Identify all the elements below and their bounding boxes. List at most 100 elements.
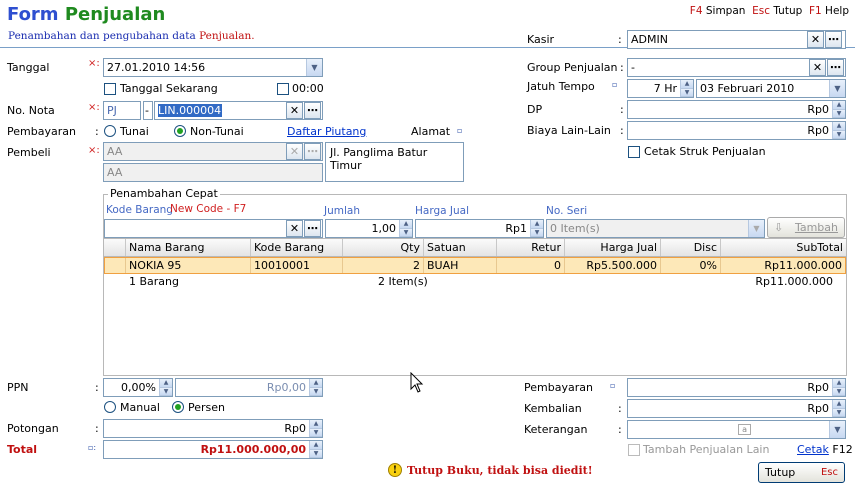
- col-disc[interactable]: Disc: [661, 239, 721, 256]
- ppn-amount-field[interactable]: Rp0,00 ▲ ▼: [175, 378, 323, 397]
- chevron-down-icon[interactable]: ▼: [829, 421, 845, 438]
- cetak-control: Cetak F12: [797, 443, 853, 456]
- ppn-amount-spinner[interactable]: ▲ ▼: [309, 379, 322, 396]
- group-browse-button[interactable]: ⋯: [827, 59, 844, 76]
- kembalian-colon: :: [618, 402, 622, 415]
- ppn-percent-field[interactable]: 0,00% ▲ ▼: [103, 378, 173, 397]
- tambah-button[interactable]: ⇩ Tambah: [767, 217, 845, 238]
- biaya-spinner[interactable]: ▲ ▼: [832, 122, 845, 139]
- tanggal-value: 27.01.2010 14:56: [107, 61, 206, 74]
- potongan-colon: :: [95, 422, 99, 435]
- total-label: Total: [7, 443, 38, 456]
- cell-qty: 2: [343, 258, 424, 273]
- required-icon: ×:: [88, 102, 100, 113]
- col-subtotal[interactable]: SubTotal: [721, 239, 846, 256]
- table-row[interactable]: NOKIA 95 10010001 2 BUAH 0 Rp5.500.000 0…: [104, 257, 846, 274]
- col-harga[interactable]: Harga Jual: [565, 239, 661, 256]
- nota-separator: -: [143, 101, 153, 120]
- group-clear-button[interactable]: ✕: [809, 59, 826, 76]
- tanggal-sekarang-label: Tanggal Sekarang: [120, 82, 218, 95]
- persen-radio[interactable]: [172, 401, 184, 413]
- kembalian-label: Kembalian: [524, 402, 582, 415]
- kode-browse-button[interactable]: ⋯: [304, 220, 321, 237]
- total-spinner[interactable]: ▲ ▼: [309, 441, 322, 458]
- potongan-spinner[interactable]: ▲ ▼: [309, 420, 322, 437]
- potongan-field[interactable]: Rp0 ▲ ▼: [103, 419, 323, 438]
- footer-items: 2 Item(s): [378, 275, 428, 288]
- pembeli-browse-button[interactable]: ⋯: [304, 143, 321, 160]
- nota-browse-button[interactable]: ⋯: [304, 102, 321, 119]
- pembeli-name-field[interactable]: AA: [103, 163, 323, 182]
- days-spinner[interactable]: ▲ ▼: [680, 80, 693, 97]
- col-nama[interactable]: Nama Barang: [126, 239, 251, 256]
- required-icon: ×:: [88, 58, 100, 69]
- jumlah-label: Jumlah: [324, 205, 360, 217]
- pembeli-clear-button[interactable]: ✕: [286, 143, 303, 160]
- pembeli-field[interactable]: AA ✕ ⋯: [103, 142, 323, 161]
- tunai-radio[interactable]: [104, 125, 116, 137]
- pembeli-label: Pembeli: [7, 146, 51, 159]
- no-seri-select[interactable]: 0 Item(s) ▼: [546, 219, 765, 238]
- kasir-colon: :: [618, 33, 622, 46]
- col-satuan[interactable]: Satuan: [424, 239, 497, 256]
- tambah-penjualan-lain-checkbox[interactable]: [628, 444, 640, 456]
- chevron-down-icon[interactable]: ▼: [748, 220, 764, 237]
- pembayaran-bottom-field[interactable]: Rp0 ▲ ▼: [627, 378, 846, 397]
- chevron-down-icon[interactable]: ▼: [306, 59, 322, 76]
- biaya-colon: :: [620, 124, 624, 137]
- group-field[interactable]: - ✕ ⋯: [627, 58, 846, 77]
- tanggal-sekarang-checkbox[interactable]: [104, 83, 116, 95]
- pembeli-value: AA: [107, 145, 123, 158]
- time-checkbox[interactable]: [277, 83, 289, 95]
- shortcut-legend: F4 Simpan Esc Tutup F1 Help: [690, 5, 849, 17]
- harga-spinner[interactable]: ▲ ▼: [530, 220, 543, 237]
- cetak-key: F12: [832, 443, 853, 456]
- kasir-field[interactable]: ADMIN ✕ ⋯: [627, 30, 846, 49]
- tutup-button[interactable]: Tutup Esc: [758, 462, 845, 483]
- alamat-textarea[interactable]: Jl. Panglima Batur Timur: [325, 142, 464, 182]
- cetak-link[interactable]: Cetak: [797, 443, 829, 456]
- non-tunai-radio[interactable]: [174, 125, 186, 137]
- col-kode[interactable]: Kode Barang: [251, 239, 343, 256]
- kasir-browse-button[interactable]: ⋯: [825, 31, 842, 48]
- nota-number-field[interactable]: LIN.000004 ✕ ⋯: [154, 101, 323, 120]
- manual-radio[interactable]: [104, 401, 116, 413]
- ppn-percent-spinner[interactable]: ▲ ▼: [159, 379, 172, 396]
- persen-label: Persen: [188, 401, 226, 414]
- nota-label: No. Nota: [7, 104, 55, 117]
- kasir-clear-button[interactable]: ✕: [807, 31, 824, 48]
- kode-clear-button[interactable]: ✕: [286, 220, 303, 237]
- group-label: Group Penjualan: [527, 61, 618, 74]
- biaya-field[interactable]: Rp0 ▲ ▼: [627, 121, 846, 140]
- nota-prefix-field[interactable]: PJ: [103, 101, 141, 120]
- dp-field[interactable]: Rp0 ▲ ▼: [627, 100, 846, 119]
- harga-jual-input[interactable]: Rp1 ▲ ▼: [415, 219, 544, 238]
- kode-barang-input[interactable]: ✕ ⋯: [104, 219, 323, 238]
- row-indicator: [105, 258, 126, 273]
- kembalian-spinner[interactable]: ▲ ▼: [832, 400, 845, 417]
- tanggal-input[interactable]: 27.01.2010 14:56 ▼: [103, 58, 323, 77]
- keterangan-field[interactable]: a ▼: [627, 420, 846, 439]
- chevron-down-icon[interactable]: ▼: [829, 80, 845, 97]
- closed-book-warning: ! Tutup Buku, tidak bisa diedit!: [388, 463, 593, 477]
- daftar-piutang-link[interactable]: Daftar Piutang: [287, 125, 366, 138]
- nota-clear-button[interactable]: ✕: [286, 102, 303, 119]
- dp-spinner[interactable]: ▲ ▼: [832, 101, 845, 118]
- jatuh-tempo-date-field[interactable]: 03 Februari 2010 ▼: [696, 79, 846, 98]
- group-value: -: [631, 61, 635, 74]
- pembayaran-spinner[interactable]: ▲ ▼: [832, 379, 845, 396]
- jatuh-tempo-days-field[interactable]: 7 Hr ▲ ▼: [627, 79, 694, 98]
- table-footer: 1 Barang 2 Item(s) Rp11.000.000: [104, 274, 846, 291]
- new-code-hint[interactable]: New Code - F7: [170, 203, 246, 215]
- shortcut-label-simpan: Simpan: [705, 5, 746, 17]
- items-table[interactable]: Nama Barang Kode Barang Qty Satuan Retur…: [104, 238, 846, 374]
- form-title: Form Penjualan: [7, 4, 165, 25]
- jumlah-spinner[interactable]: ▲ ▼: [399, 220, 412, 237]
- col-qty[interactable]: Qty: [343, 239, 424, 256]
- cetak-struk-checkbox[interactable]: [628, 146, 640, 158]
- potongan-label: Potongan: [7, 422, 59, 435]
- col-retur[interactable]: Retur: [497, 239, 565, 256]
- kembalian-field: Rp0 ▲ ▼: [627, 399, 846, 418]
- jumlah-input[interactable]: 1,00 ▲ ▼: [325, 219, 413, 238]
- tambah-penjualan-lain-label: Tambah Penjualan Lain: [643, 443, 770, 456]
